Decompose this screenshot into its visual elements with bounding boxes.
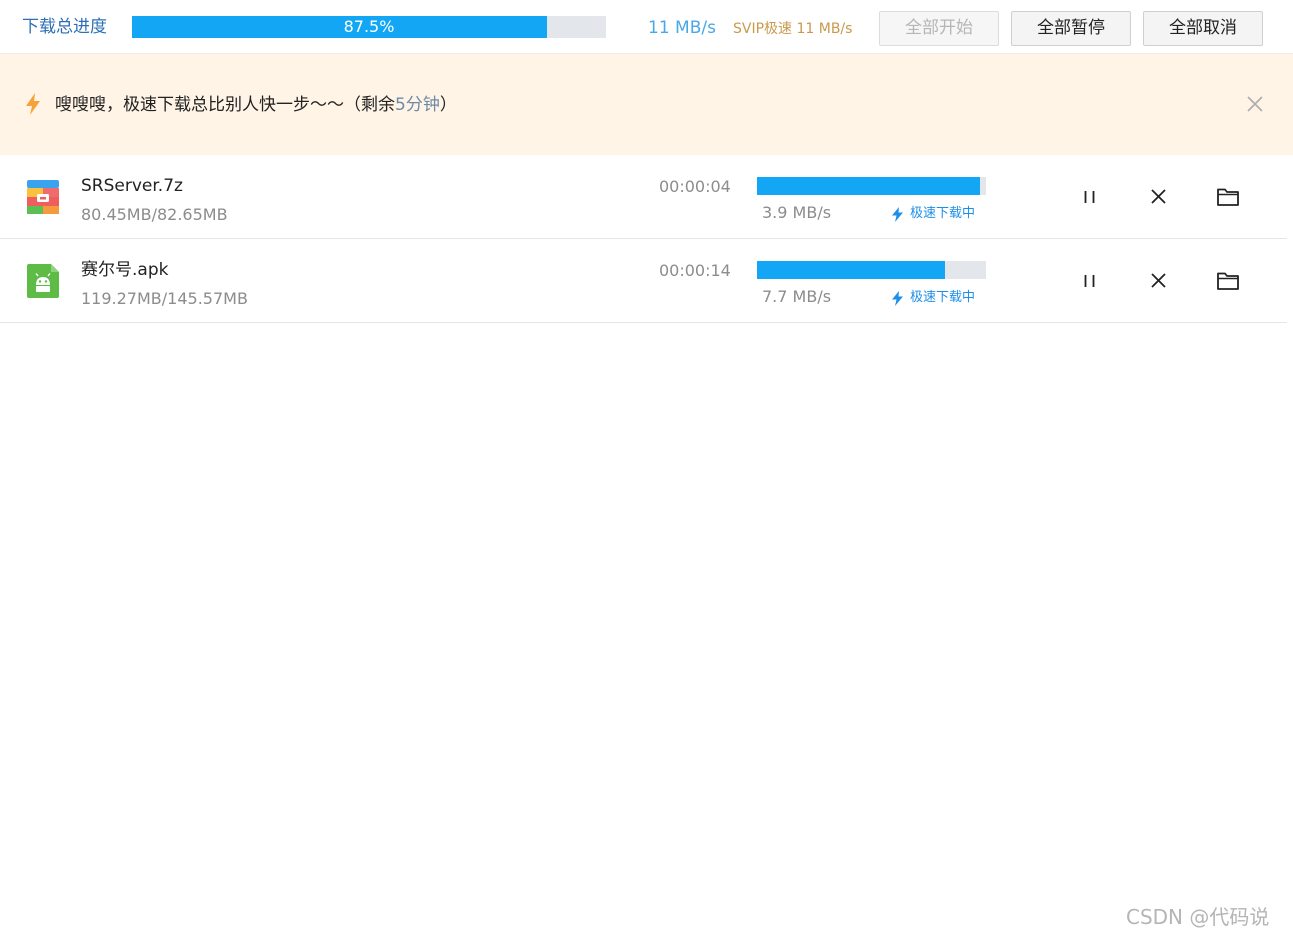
download-row: 赛尔号.apk 119.27MB/145.57MB 00:00:14 7.7 M… <box>0 239 1287 323</box>
archive-file-icon <box>27 180 59 214</box>
watermark: CSDN @代码说 <box>1126 905 1270 929</box>
turbo-status-label: 极速下载中 <box>910 290 976 305</box>
total-progress-bar: 87.5% <box>132 16 606 38</box>
top-toolbar: 下载总进度 87.5% 11 MB/s SVIP极速 11 MB/s 全部开始 … <box>0 0 1293 54</box>
close-icon[interactable] <box>1244 93 1266 115</box>
svip-speed: SVIP极速 11 MB/s <box>733 21 853 37</box>
lightning-icon <box>892 291 903 306</box>
file-size-progress: 119.27MB/145.57MB <box>81 289 248 308</box>
open-folder-icon[interactable] <box>1215 268 1241 294</box>
start-all-button[interactable]: 全部开始 <box>879 11 999 46</box>
android-apk-icon <box>27 264 59 298</box>
download-progress-bar <box>757 177 986 195</box>
lightning-icon <box>892 207 903 222</box>
banner-message-text: 嗖嗖嗖，极速下载总比别人快一步～～（剩余 <box>55 95 395 115</box>
total-progress-percent: 87.5% <box>343 17 395 36</box>
download-progress-bar <box>757 261 986 279</box>
file-name: SRServer.7z <box>81 176 183 196</box>
banner-remaining-time: 5分钟 <box>395 95 440 115</box>
download-speed: 7.7 MB/s <box>762 287 832 306</box>
speed-notice-banner: 嗖嗖嗖，极速下载总比别人快一步～～（剩余5分钟） <box>0 54 1293 155</box>
banner-message: 嗖嗖嗖，极速下载总比别人快一步～～（剩余5分钟） <box>55 93 457 117</box>
file-name: 赛尔号.apk <box>81 260 169 280</box>
download-progress-fill <box>757 261 945 279</box>
file-size-progress: 80.45MB/82.65MB <box>81 205 228 224</box>
time-remaining: 00:00:04 <box>659 177 731 196</box>
download-progress-fill <box>757 177 980 195</box>
cancel-download-icon[interactable] <box>1145 184 1171 210</box>
total-speed: 11 MB/s <box>648 18 716 38</box>
download-row: SRServer.7z 80.45MB/82.65MB 00:00:04 3.9… <box>0 155 1287 239</box>
download-speed: 3.9 MB/s <box>762 203 832 222</box>
time-remaining: 00:00:14 <box>659 261 731 280</box>
banner-message-end: ） <box>439 95 457 115</box>
pause-all-button[interactable]: 全部暂停 <box>1011 11 1131 46</box>
open-folder-icon[interactable] <box>1215 184 1241 210</box>
pause-icon[interactable] <box>1077 184 1103 210</box>
turbo-status-label: 极速下载中 <box>910 206 976 221</box>
pause-icon[interactable] <box>1077 268 1103 294</box>
lightning-icon <box>26 93 40 115</box>
total-progress-label: 下载总进度 <box>22 17 107 37</box>
cancel-all-button[interactable]: 全部取消 <box>1143 11 1263 46</box>
cancel-download-icon[interactable] <box>1145 268 1171 294</box>
